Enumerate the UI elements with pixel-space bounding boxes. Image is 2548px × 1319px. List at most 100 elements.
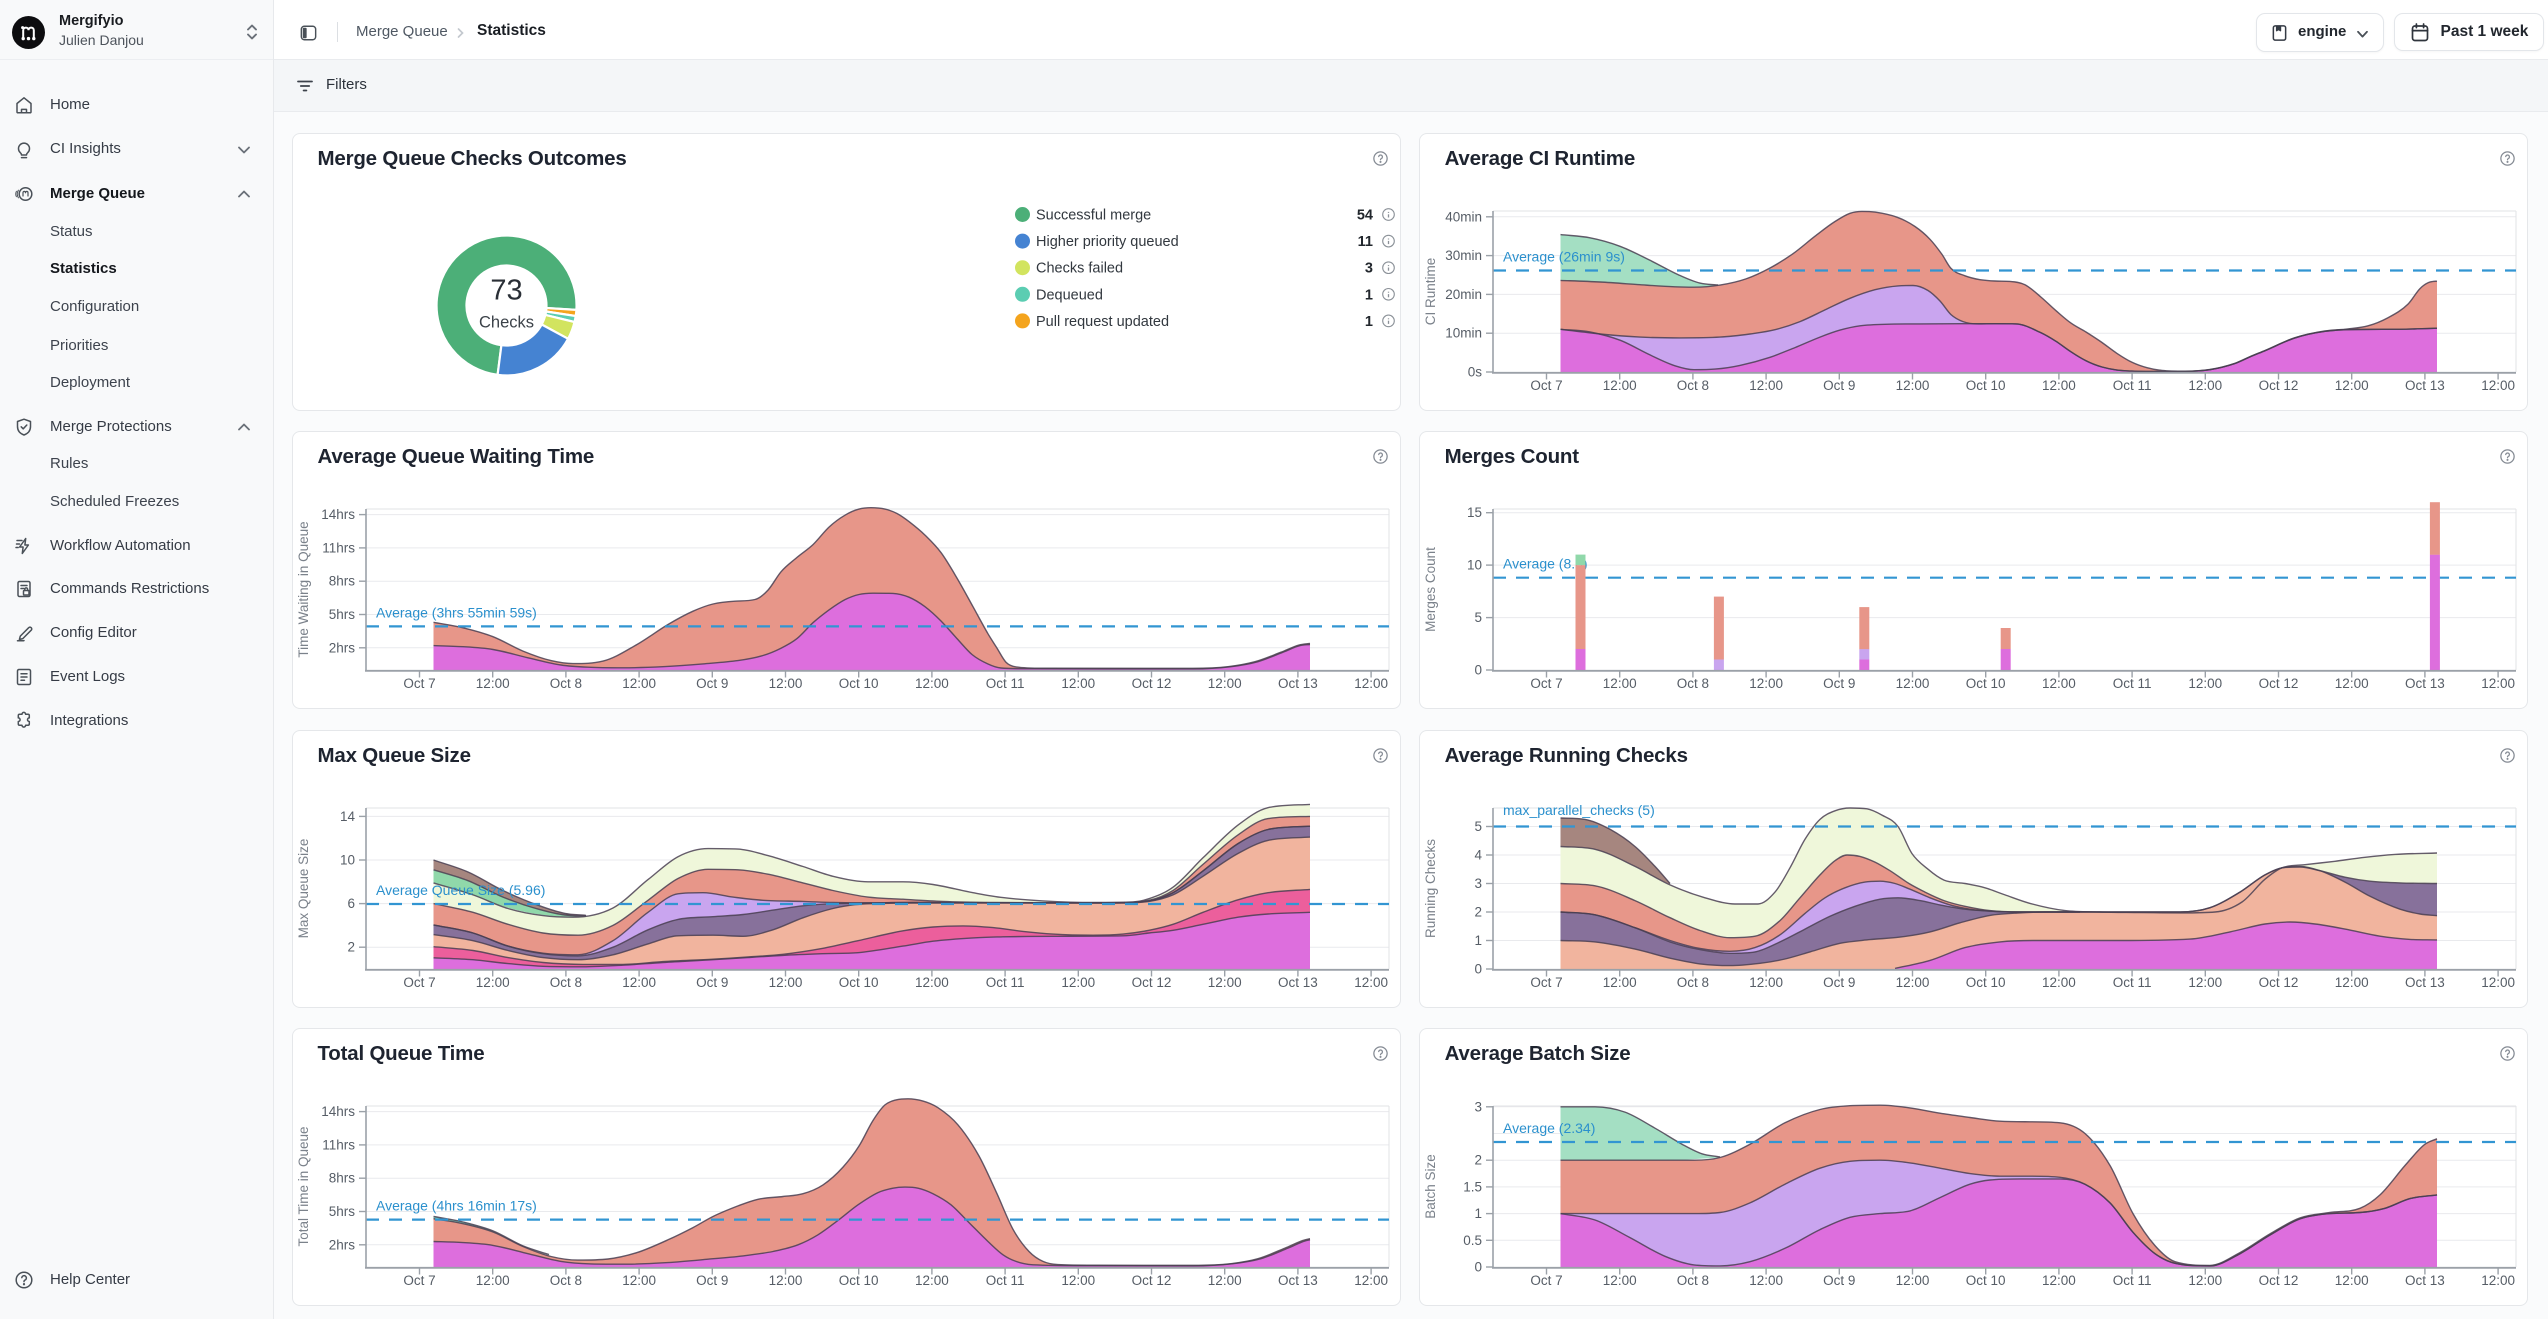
svg-text:12:00: 12:00 (622, 676, 656, 691)
svg-text:1.5: 1.5 (1463, 1179, 1482, 1194)
svg-text:12:00: 12:00 (2188, 975, 2222, 990)
svg-text:Oct 8: Oct 8 (1676, 378, 1708, 393)
svg-text:12:00: 12:00 (2188, 676, 2222, 691)
svg-text:Oct 8: Oct 8 (549, 1273, 581, 1288)
svg-text:73: 73 (490, 275, 522, 307)
svg-text:10min: 10min (1445, 326, 1482, 341)
svg-text:Oct 7: Oct 7 (1530, 1273, 1562, 1288)
svg-text:12:00: 12:00 (475, 1273, 509, 1288)
svg-text:Average (2.34): Average (2.34) (1503, 1120, 1595, 1136)
svg-text:12:00: 12:00 (768, 975, 802, 990)
svg-text:5hrs: 5hrs (328, 1204, 355, 1219)
svg-text:12:00: 12:00 (1602, 975, 1636, 990)
svg-text:2: 2 (1474, 1152, 1482, 1167)
svg-text:Dequeued: Dequeued (1036, 287, 1103, 303)
svg-text:10: 10 (339, 852, 354, 867)
svg-text:12:00: 12:00 (2334, 1273, 2368, 1288)
svg-text:10: 10 (1467, 558, 1482, 573)
svg-text:Oct 11: Oct 11 (985, 1273, 1024, 1288)
svg-text:0s: 0s (1467, 365, 1482, 380)
svg-text:Checks failed: Checks failed (1036, 261, 1123, 277)
svg-text:12:00: 12:00 (1354, 1273, 1388, 1288)
svg-text:12:00: 12:00 (2042, 975, 2076, 990)
svg-text:Oct 8: Oct 8 (1676, 1273, 1708, 1288)
svg-text:12:00: 12:00 (475, 676, 509, 691)
svg-text:Average (26min 9s): Average (26min 9s) (1503, 249, 1625, 265)
svg-text:Oct 9: Oct 9 (1823, 1273, 1855, 1288)
svg-text:Oct 10: Oct 10 (838, 676, 878, 691)
svg-text:Oct 13: Oct 13 (2405, 676, 2445, 691)
svg-text:12:00: 12:00 (768, 1273, 802, 1288)
svg-text:Higher priority queued: Higher priority queued (1036, 234, 1179, 250)
svg-text:5: 5 (1474, 819, 1482, 834)
svg-text:12:00: 12:00 (1207, 1273, 1241, 1288)
svg-text:Oct 8: Oct 8 (549, 975, 581, 990)
svg-text:12:00: 12:00 (1061, 1273, 1095, 1288)
svg-text:Oct 8: Oct 8 (549, 676, 581, 691)
svg-text:12:00: 12:00 (1602, 676, 1636, 691)
svg-text:Oct 7: Oct 7 (1530, 975, 1562, 990)
svg-text:12:00: 12:00 (2188, 1273, 2222, 1288)
svg-text:0.5: 0.5 (1463, 1232, 1482, 1247)
svg-text:12:00: 12:00 (768, 676, 802, 691)
svg-text:30min: 30min (1445, 248, 1482, 263)
svg-text:Oct 11: Oct 11 (2112, 676, 2151, 691)
svg-text:Oct 11: Oct 11 (985, 676, 1024, 691)
svg-text:max_parallel_checks (5): max_parallel_checks (5) (1503, 802, 1655, 818)
svg-text:12:00: 12:00 (1895, 1273, 1929, 1288)
svg-text:4: 4 (1474, 847, 1482, 862)
svg-text:Oct 12: Oct 12 (1131, 975, 1171, 990)
svg-text:Oct 11: Oct 11 (2112, 1273, 2151, 1288)
svg-text:12:00: 12:00 (622, 1273, 656, 1288)
svg-text:Oct 12: Oct 12 (2258, 378, 2298, 393)
svg-text:12:00: 12:00 (2481, 975, 2515, 990)
svg-text:8hrs: 8hrs (328, 1170, 355, 1185)
svg-text:12:00: 12:00 (2481, 378, 2515, 393)
svg-text:14: 14 (339, 808, 355, 823)
svg-text:Average Queue Size (5.96): Average Queue Size (5.96) (376, 882, 545, 898)
svg-text:12:00: 12:00 (1207, 975, 1241, 990)
svg-text:5: 5 (1474, 610, 1482, 625)
svg-text:Oct 10: Oct 10 (1965, 975, 2005, 990)
svg-text:Oct 9: Oct 9 (696, 975, 728, 990)
svg-text:0: 0 (1474, 663, 1482, 678)
svg-text:12:00: 12:00 (1749, 378, 1783, 393)
svg-text:12:00: 12:00 (2481, 1273, 2515, 1288)
svg-text:Oct 12: Oct 12 (2258, 676, 2298, 691)
svg-text:12:00: 12:00 (1749, 1273, 1783, 1288)
svg-text:11hrs: 11hrs (322, 1137, 355, 1152)
svg-text:12:00: 12:00 (1895, 378, 1929, 393)
svg-text:0: 0 (1474, 961, 1482, 976)
svg-text:6: 6 (347, 896, 355, 911)
svg-text:Successful merge: Successful merge (1036, 208, 1151, 224)
svg-text:12:00: 12:00 (1354, 975, 1388, 990)
svg-text:Oct 7: Oct 7 (1530, 676, 1562, 691)
svg-text:Oct 7: Oct 7 (403, 1273, 435, 1288)
svg-text:Oct 13: Oct 13 (2405, 1273, 2445, 1288)
svg-text:12:00: 12:00 (1354, 676, 1388, 691)
svg-text:3: 3 (1474, 876, 1482, 891)
svg-text:2hrs: 2hrs (328, 640, 355, 655)
svg-text:0: 0 (1474, 1259, 1482, 1274)
svg-text:Average (8.8): Average (8.8) (1503, 556, 1588, 572)
svg-text:2: 2 (1474, 904, 1482, 919)
svg-text:Oct 8: Oct 8 (1676, 676, 1708, 691)
svg-text:Average (4hrs 16min 17s): Average (4hrs 16min 17s) (376, 1197, 537, 1213)
svg-text:12:00: 12:00 (1061, 676, 1095, 691)
svg-text:Oct 9: Oct 9 (1823, 975, 1855, 990)
svg-text:Oct 13: Oct 13 (2405, 378, 2445, 393)
svg-text:Oct 11: Oct 11 (2112, 975, 2151, 990)
svg-text:1: 1 (1474, 933, 1482, 948)
svg-text:12:00: 12:00 (915, 975, 949, 990)
svg-text:12:00: 12:00 (915, 1273, 949, 1288)
svg-text:Oct 9: Oct 9 (1823, 378, 1855, 393)
svg-text:Oct 10: Oct 10 (1965, 378, 2005, 393)
svg-text:12:00: 12:00 (1602, 1273, 1636, 1288)
svg-text:12:00: 12:00 (2334, 378, 2368, 393)
svg-text:Total Time in Queue: Total Time in Queue (296, 1126, 311, 1246)
svg-text:Oct 11: Oct 11 (2112, 378, 2151, 393)
svg-text:3: 3 (1364, 261, 1372, 277)
svg-text:12:00: 12:00 (1749, 676, 1783, 691)
svg-text:12:00: 12:00 (1207, 676, 1241, 691)
svg-text:Oct 12: Oct 12 (2258, 975, 2298, 990)
